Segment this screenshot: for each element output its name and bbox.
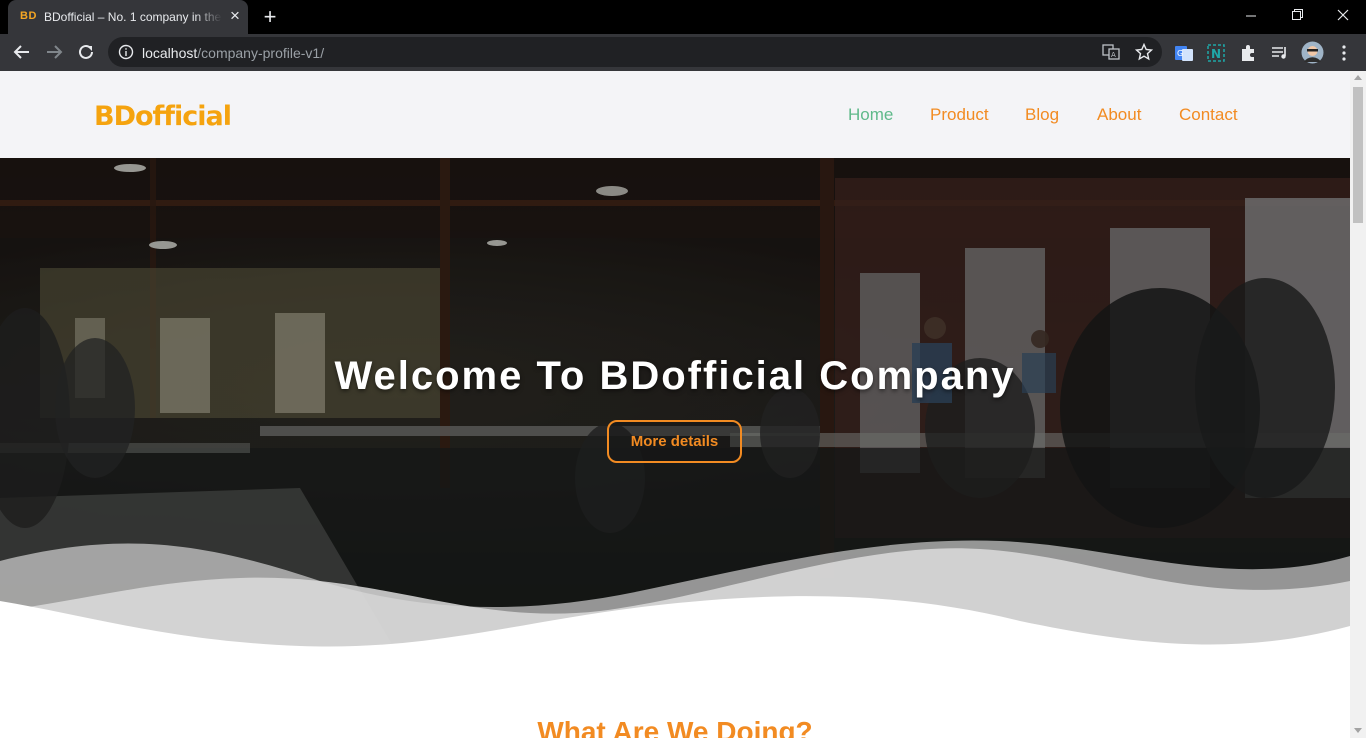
minimize-window-icon[interactable] xyxy=(1228,0,1274,32)
address-bar[interactable]: localhost/company-profile-v1/ A xyxy=(108,37,1162,67)
svg-text:A: A xyxy=(1111,51,1116,59)
profile-avatar[interactable] xyxy=(1301,41,1324,64)
media-queue-icon[interactable] xyxy=(1270,43,1290,63)
reload-icon[interactable] xyxy=(74,40,98,64)
site-header: BDofficial Home Product Blog About Conta… xyxy=(0,71,1350,158)
scroll-down-arrow-icon[interactable] xyxy=(1354,728,1362,733)
web-page: BDofficial Home Product Blog About Conta… xyxy=(0,71,1350,738)
site-logo[interactable]: BDofficial xyxy=(94,101,232,132)
browser-tab-strip: BD BDofficial – No. 1 company in the wor… xyxy=(0,0,1366,34)
svg-text:N: N xyxy=(1211,47,1221,61)
url-text: localhost/company-profile-v1/ xyxy=(142,45,324,61)
section-title: What Are We Doing? xyxy=(537,716,813,738)
forward-arrow-icon[interactable] xyxy=(42,40,66,64)
nav-link-blog[interactable]: Blog xyxy=(1025,105,1059,125)
n-extension-icon[interactable]: N xyxy=(1206,43,1226,63)
new-tab-icon[interactable]: + xyxy=(258,5,282,29)
restore-window-icon[interactable] xyxy=(1274,0,1320,32)
scroll-up-arrow-icon[interactable] xyxy=(1354,75,1362,80)
nav-link-home[interactable]: Home xyxy=(848,105,893,125)
browser-menu-icon[interactable] xyxy=(1334,43,1354,63)
browser-tab[interactable]: BD BDofficial – No. 1 company in the wor… xyxy=(8,0,248,34)
browser-toolbar: localhost/company-profile-v1/ A G N xyxy=(0,34,1366,71)
extensions-puzzle-icon[interactable] xyxy=(1238,43,1258,63)
scrollbar-thumb[interactable] xyxy=(1353,87,1363,223)
nav-link-contact[interactable]: Contact xyxy=(1179,105,1238,125)
url-path: /company-profile-v1/ xyxy=(197,45,325,61)
back-arrow-icon[interactable] xyxy=(10,40,34,64)
nav-link-about[interactable]: About xyxy=(1097,105,1141,125)
page-scrollbar[interactable] xyxy=(1350,71,1366,738)
nav-link-product[interactable]: Product xyxy=(930,105,989,125)
bookmark-star-icon[interactable] xyxy=(1134,42,1154,61)
close-window-icon[interactable] xyxy=(1320,0,1366,32)
svg-text:G: G xyxy=(1177,49,1183,58)
site-info-icon[interactable] xyxy=(118,44,134,60)
google-translate-extension-icon[interactable]: G xyxy=(1174,43,1194,63)
favicon-icon: BD xyxy=(20,10,37,22)
translate-icon[interactable]: A xyxy=(1102,43,1120,61)
wave-divider xyxy=(0,540,1350,661)
tab-title: BDofficial – No. 1 company in the world xyxy=(44,10,222,24)
hero-title: Welcome To BDofficial Company xyxy=(334,354,1016,398)
url-host: localhost xyxy=(142,45,198,61)
tab-close-icon[interactable]: × xyxy=(226,7,244,25)
